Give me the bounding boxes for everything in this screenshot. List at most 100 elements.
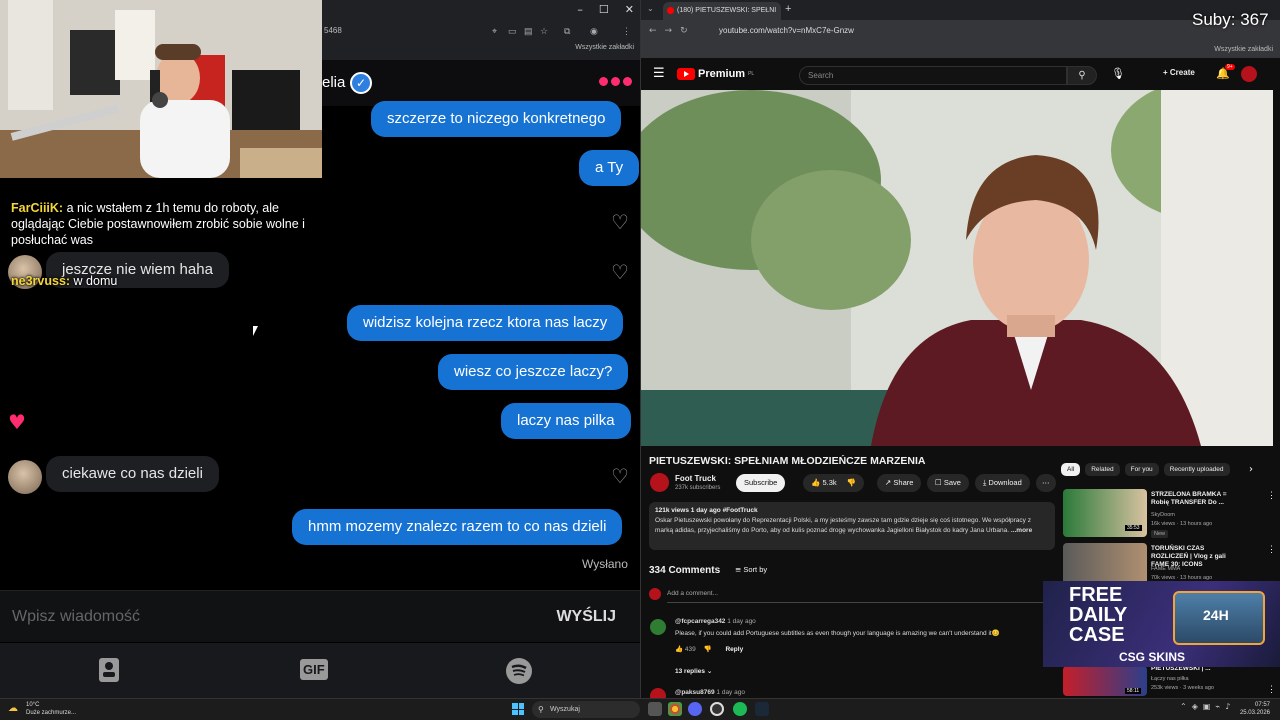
youtube-logo[interactable]: Premium PL [677,68,754,80]
windows-start-icon[interactable] [512,703,524,715]
like-heart-icon[interactable]: ♡ [611,464,629,488]
video-player[interactable] [641,90,1273,446]
send-button[interactable]: WYŚLIJ [556,608,616,626]
nav-buttons[interactable]: ←→↻ [649,20,696,42]
weather-temp: 10°C [26,702,40,708]
cast-icon[interactable]: ▤ [524,21,533,41]
related-video-channel[interactable]: Łączy nas piłka [1151,675,1261,683]
message-bubble-outgoing[interactable]: wiesz co jeszcze laczy? [438,354,629,390]
bookmarks-bar-label[interactable]: Wszystkie zakładki [641,42,1280,58]
clock[interactable]: 07:57 25.03.2026 [1240,701,1270,717]
save-button[interactable]: ☐ Save [927,474,969,492]
related-video-title[interactable]: STRZELONA BRAMKA = Robię TRANSFER Do ... [1151,491,1243,507]
related-video-channel[interactable]: SkyDoom [1151,511,1261,519]
comment-like-icon[interactable]: 👍 [675,645,683,653]
tab-search-icon[interactable]: ⌄ [647,4,654,13]
bookmarks-bar-label[interactable]: Wszystkie zakładki [575,44,634,51]
more-actions-icon[interactable]: ⋯ [1036,474,1056,492]
comment-author[interactable]: @paksu8769 [675,689,715,696]
description-more-link[interactable]: ...more [1011,527,1032,534]
obs-icon[interactable] [710,702,724,716]
more-options-icon[interactable] [599,77,632,86]
like-heart-icon[interactable]: ♡ [611,210,629,234]
comment-dislike-icon[interactable]: 👎 [704,645,712,653]
more-options-icon[interactable]: ⋮ [1267,490,1276,501]
comment-reply-button[interactable]: Reply [725,646,743,653]
message-bubble-outgoing[interactable]: hmm mozemy znalezc razem to co nas dziel… [292,509,623,545]
save-icon: ☐ [935,478,942,487]
related-video-meta: 16k views · 13 hours ago [1151,521,1213,527]
chrome-icon[interactable] [668,702,682,716]
spotify-icon[interactable] [505,657,533,684]
subscribe-button[interactable]: Subscribe [736,474,786,492]
message-input[interactable]: Wpisz wiadomość [12,608,140,626]
like-heart-icon[interactable]: ♡ [611,260,629,284]
channel-avatar[interactable] [650,473,669,492]
contact-avatar[interactable] [8,460,42,494]
mouse-cursor [253,326,258,336]
search-input[interactable]: Search [799,66,1067,85]
like-button[interactable]: 👍 5.3k 👎 [803,474,865,492]
more-options-icon[interactable]: ⋮ [1267,684,1276,695]
close-icon[interactable]: ✕ [625,3,634,16]
contact-name[interactable]: elia [322,74,345,91]
comment-avatar[interactable] [650,619,666,635]
create-label: Create [1169,68,1195,77]
create-button[interactable]: + Create [1163,68,1195,77]
steam-icon[interactable] [755,702,769,716]
comment-author[interactable]: @fcpcarrega342 [675,618,725,625]
case-image: 24H [1173,591,1265,645]
left-address-bar[interactable]: 5468 ⌖ ▭ ▤ ☆ ⧉ ◉ ⋮ [322,21,640,41]
stream-chat-text: w domu [73,274,118,288]
location-icon[interactable]: ⌖ [492,21,497,41]
minimize-icon[interactable]: – [577,3,583,16]
taskbar-search[interactable]: ⚲ Wyszukaj [532,701,640,718]
contact-card-icon[interactable] [98,657,120,683]
task-view-icon[interactable] [648,702,662,716]
download-button[interactable]: ⤓ Download [975,474,1030,492]
search-icon[interactable]: ⚲ [1067,66,1097,85]
chevron-right-icon[interactable]: › [1249,464,1253,475]
more-options-icon[interactable]: ⋮ [1267,544,1276,555]
filter-chip[interactable]: For you [1124,463,1159,476]
system-tray-icons[interactable]: ⌃◈▣⌁♪ [1180,702,1235,711]
discord-icon[interactable] [688,702,702,716]
hamburger-menu-icon[interactable]: ☰ [653,66,665,81]
screen-share-icon[interactable]: ▭ [508,21,517,41]
filter-chip[interactable]: Recently uploaded [1163,463,1230,476]
bookmark-star-icon[interactable]: ☆ [540,21,548,41]
address-bar[interactable]: ←→↻ youtube.com/watch?v=nMxC7e-Gnzw [641,20,1280,42]
message-bubble-outgoing[interactable]: szczerze to niczego konkretnego [371,101,622,137]
filter-chip[interactable]: All [1061,463,1081,476]
share-button[interactable]: ↗ Share [877,474,922,492]
extensions-icon[interactable]: ⧉ [564,21,570,41]
message-bubble-outgoing[interactable]: a Ty [579,150,640,186]
message-bubble-outgoing[interactable]: widzisz kolejna rzecz ktora nas laczy [347,305,624,341]
comment-actions: 👍 439 👎 Reply [675,645,743,653]
tab-youtube[interactable]: (180) PIETUSZEWSKI: SPEŁNI [663,2,781,20]
add-comment-input[interactable]: Add a comment... [667,590,718,597]
menu-dots-icon[interactable]: ⋮ [622,21,631,41]
thumbs-down-icon[interactable]: 👎 [847,478,856,487]
video-description[interactable]: 121k views 1 day ago #FootTruck Oskar Pi… [649,502,1055,550]
liked-heart-icon[interactable]: ♥ [8,410,26,434]
url-text[interactable]: youtube.com/watch?v=nMxC7e-Gnzw [719,20,854,42]
gif-button[interactable]: GIF [300,659,328,680]
message-bubble-outgoing[interactable]: laczy nas pilka [501,403,631,439]
comment-replies-toggle[interactable]: 13 replies ⌄ [675,667,712,675]
weather-cloud-icon[interactable]: ☁ [8,703,22,715]
channel-name[interactable]: Foot Truck [675,474,716,483]
sort-comments-button[interactable]: ≡ Sort by [735,565,767,574]
microphone-icon[interactable]: 🎙 [1111,67,1125,80]
advertisement-overlay[interactable]: FREE DAILY CASE 24H CSG SKINS [1043,581,1280,667]
filter-chip[interactable]: Related [1085,463,1120,476]
related-video-channel[interactable]: FAME MMA [1151,565,1261,573]
account-avatar[interactable] [1241,66,1257,82]
message-bubble-incoming[interactable]: ciekawe co nas dzieli [46,456,219,492]
profile-icon[interactable]: ◉ [590,21,598,41]
comment-avatar[interactable] [650,688,666,698]
weather-widget[interactable]: 10°C Duże zachmurze... [26,701,76,717]
maximize-icon[interactable]: ☐ [599,3,609,16]
new-tab-icon[interactable]: + [785,3,791,15]
spotify-icon[interactable] [733,702,747,716]
